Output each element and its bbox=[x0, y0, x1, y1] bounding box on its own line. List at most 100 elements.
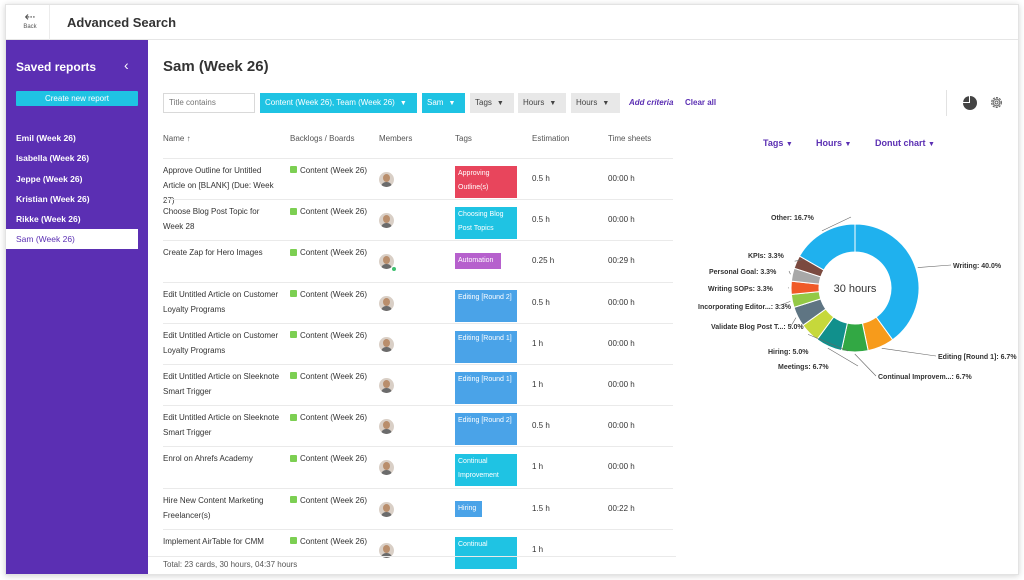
tag-badge[interactable]: Editing [Round 2] bbox=[455, 289, 517, 322]
column-header-boards[interactable]: Backlogs / Boards bbox=[290, 134, 354, 143]
avatar-face bbox=[383, 297, 390, 306]
card-board-label: Content (Week 26) bbox=[300, 495, 367, 505]
avatar-face bbox=[383, 503, 390, 512]
member-filter-dropdown[interactable]: Sam ▼ bbox=[422, 93, 465, 113]
card-name[interactable]: Edit Untitled Article on Customer Loyalt… bbox=[163, 328, 281, 358]
column-header-time-sheets[interactable]: Time sheets bbox=[608, 134, 651, 143]
card-name[interactable]: Enrol on Ahrefs Academy bbox=[163, 451, 281, 466]
card-board: Content (Week 26) bbox=[290, 287, 370, 302]
slice-label: Meetings: 6.7% bbox=[778, 364, 829, 371]
app-window: ⇠ Back Advanced Search Saved reports ‹ C… bbox=[5, 4, 1019, 575]
slice-leader-line bbox=[788, 270, 791, 275]
card-board: Content (Week 26) bbox=[290, 493, 370, 508]
column-header-name[interactable]: Name ↑ bbox=[163, 134, 191, 143]
estimation-value: 0.25 h bbox=[532, 256, 555, 266]
avatar[interactable] bbox=[379, 501, 394, 517]
board-icon bbox=[290, 413, 297, 421]
card-name[interactable]: Choose Blog Post Topic for Week 28 bbox=[163, 204, 281, 234]
add-criteria-link[interactable]: Add criteria bbox=[629, 93, 673, 113]
saved-report-item[interactable]: Jeppe (Week 26) bbox=[6, 169, 148, 189]
board-icon bbox=[290, 248, 297, 256]
table-row[interactable]: Choose Blog Post Topic for Week 28 Conten… bbox=[163, 199, 673, 240]
card-board-label: Content (Week 26) bbox=[300, 454, 367, 464]
time-sheet-value: 00:00 h bbox=[608, 297, 635, 307]
avatar-body bbox=[381, 223, 392, 229]
create-new-report-button[interactable]: Create new report bbox=[16, 91, 138, 106]
card-board-label: Content (Week 26) bbox=[300, 536, 367, 546]
table-row[interactable]: Create Zap for Hero Images Content (Week … bbox=[163, 240, 673, 281]
avatar[interactable] bbox=[379, 295, 394, 311]
tag-badge[interactable]: Approving Outline(s) bbox=[455, 166, 517, 198]
slice-leader-line bbox=[881, 348, 937, 357]
tag-badge[interactable]: Continual bbox=[455, 536, 517, 569]
saved-report-item[interactable]: Sam (Week 26) bbox=[6, 229, 138, 250]
tag-badge[interactable]: Editing [Round 2] bbox=[455, 413, 517, 446]
tag-badge[interactable]: Editing [Round 1] bbox=[455, 330, 517, 363]
table-row[interactable]: Approve Outline for Untitled Article on … bbox=[163, 158, 673, 205]
table-row[interactable]: Edit Untitled Article on Sleeknote Smart… bbox=[163, 405, 673, 446]
card-name[interactable]: Edit Untitled Article on Sleeknote Smart… bbox=[163, 410, 281, 440]
card-name[interactable]: Edit Untitled Article on Sleeknote Smart… bbox=[163, 369, 281, 399]
back-button[interactable]: ⇠ Back bbox=[20, 9, 40, 30]
card-board: Content (Week 26) bbox=[290, 369, 370, 384]
slice-label: Validate Blog Post T...: 5.0% bbox=[711, 324, 804, 331]
tag-badge[interactable]: Continual Improvement bbox=[455, 454, 517, 487]
boards-filter-dropdown[interactable]: Content (Week 26), Team (Week 26) ▼ bbox=[260, 93, 417, 113]
avatar[interactable] bbox=[379, 419, 394, 435]
back-arrow-icon: ⇠ bbox=[24, 9, 36, 24]
collapse-sidebar-icon[interactable]: ‹ bbox=[124, 57, 129, 73]
table-row[interactable]: Edit Untitled Article on Sleeknote Smart… bbox=[163, 364, 673, 405]
saved-report-item[interactable]: Rikke (Week 26) bbox=[6, 209, 148, 229]
avatar[interactable] bbox=[379, 172, 394, 187]
table-body: Approve Outline for Untitled Article on … bbox=[163, 158, 673, 570]
hours-filter-dropdown-2[interactable]: Hours ▼ bbox=[571, 93, 620, 113]
gear-icon[interactable] bbox=[989, 95, 1004, 110]
tag-badge[interactable]: Hiring bbox=[455, 500, 482, 517]
table-row[interactable]: Edit Untitled Article on Customer Loyalt… bbox=[163, 281, 673, 323]
estimation-value: 0.5 h bbox=[532, 421, 550, 431]
saved-report-item[interactable]: Emil (Week 26) bbox=[6, 128, 148, 148]
tag-badge[interactable]: Editing [Round 1] bbox=[455, 372, 517, 404]
card-board: Content (Week 26) bbox=[290, 410, 370, 425]
column-header-estimation[interactable]: Estimation bbox=[532, 134, 569, 143]
sidebar-title: Saved reports bbox=[16, 60, 97, 74]
totals-footer: Total: 23 cards, 30 hours, 04:37 hours bbox=[163, 560, 298, 569]
hours-filter-dropdown[interactable]: Hours ▼ bbox=[518, 93, 566, 113]
boards-filter-label: Content (Week 26), Team (Week 26) bbox=[265, 98, 395, 107]
clear-all-link[interactable]: Clear all bbox=[685, 93, 716, 113]
tags-filter-dropdown[interactable]: Tags ▼ bbox=[470, 93, 514, 113]
avatar[interactable] bbox=[379, 460, 394, 476]
estimation-value: 0.5 h bbox=[532, 297, 550, 307]
table-row[interactable]: Enrol on Ahrefs Academy Content (Week 26)… bbox=[163, 446, 673, 487]
card-board: Content (Week 26) bbox=[290, 328, 370, 343]
avatar-body bbox=[381, 305, 392, 311]
avatar[interactable] bbox=[379, 336, 394, 352]
column-header-members[interactable]: Members bbox=[379, 134, 412, 143]
card-name[interactable]: Hire New Content Marketing Freelancer(s) bbox=[163, 493, 281, 523]
member-filter-label: Sam bbox=[427, 98, 444, 107]
time-sheet-value: 00:00 h bbox=[608, 462, 635, 472]
card-board: Content (Week 26) bbox=[290, 451, 370, 466]
online-status-dot bbox=[391, 266, 397, 273]
saved-report-list: Emil (Week 26) Isabella (Week 26) Jeppe (W… bbox=[6, 128, 148, 250]
card-name[interactable]: Edit Untitled Article on Customer Loyalt… bbox=[163, 287, 281, 317]
tag-badge[interactable]: Choosing Blog Post Topics bbox=[455, 207, 517, 240]
table-row[interactable]: Edit Untitled Article on Customer Loyalt… bbox=[163, 322, 673, 364]
card-name[interactable]: Implement AirTable for CMM bbox=[163, 534, 281, 549]
card-name[interactable]: Create Zap for Hero Images bbox=[163, 245, 281, 260]
top-bar: ⇠ Back Advanced Search bbox=[6, 5, 1018, 40]
time-sheet-value: 00:00 h bbox=[608, 174, 635, 183]
saved-reports-sidebar: Saved reports ‹ Create new report Emil (… bbox=[6, 40, 148, 574]
table-row[interactable]: Hire New Content Marketing Freelancer(s)… bbox=[163, 487, 673, 529]
column-header-tags[interactable]: Tags bbox=[455, 134, 472, 143]
divider bbox=[946, 90, 947, 116]
chevron-down-icon: ▼ bbox=[448, 100, 456, 107]
title-contains-input[interactable] bbox=[163, 93, 255, 113]
chevron-down-icon: ▼ bbox=[602, 100, 610, 107]
tag-badge[interactable]: Automation bbox=[455, 253, 501, 270]
avatar[interactable] bbox=[379, 378, 394, 393]
pie-chart-icon[interactable] bbox=[963, 96, 977, 110]
saved-report-item[interactable]: Kristian (Week 26) bbox=[6, 189, 148, 209]
saved-report-item[interactable]: Isabella (Week 26) bbox=[6, 148, 148, 168]
avatar[interactable] bbox=[379, 213, 394, 229]
